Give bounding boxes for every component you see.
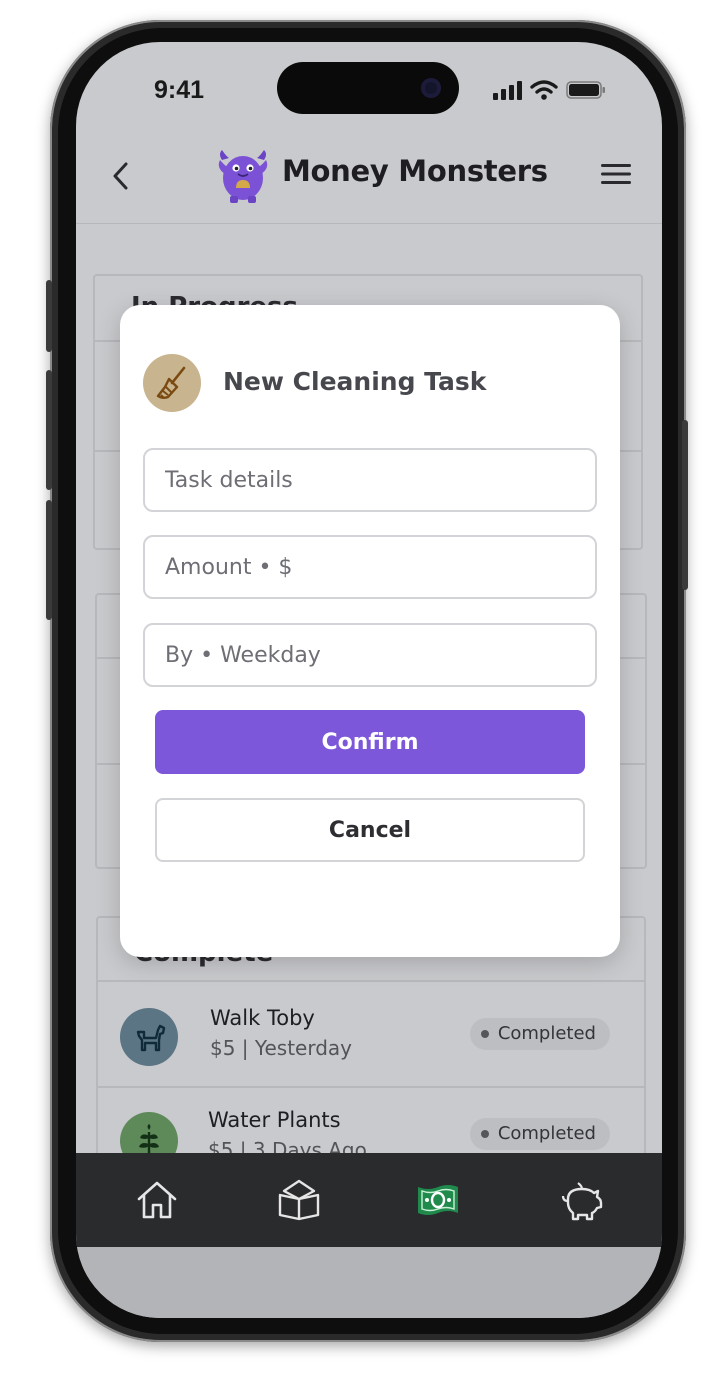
amount-input[interactable] <box>143 535 597 599</box>
hamburger-menu-icon[interactable] <box>600 160 632 188</box>
phone-side-button <box>682 420 688 590</box>
phone-side-button <box>46 500 52 620</box>
status-time: 9:41 <box>154 76 205 104</box>
task-details-input[interactable] <box>143 448 597 512</box>
task-name: Water Plants <box>208 1108 341 1132</box>
dog-icon <box>120 1008 178 1066</box>
due-weekday-input[interactable] <box>143 623 597 687</box>
learn-book-icon[interactable] <box>276 1177 322 1223</box>
home-indicator-area <box>76 1247 662 1318</box>
app-header: Money Monsters <box>76 134 662 224</box>
home-icon[interactable] <box>134 1177 180 1223</box>
app-title: Money Monsters <box>282 154 548 188</box>
app-screen: 9:41 Money Monsters Walk Toby $5 | Yeste… <box>76 42 662 1318</box>
broom-icon <box>143 354 201 412</box>
dynamic-island <box>277 62 459 114</box>
task-meta: $5 | Yesterday <box>210 1036 352 1060</box>
back-icon[interactable] <box>108 158 132 194</box>
signal-icon <box>493 81 522 100</box>
task-name: Walk Toby <box>210 1006 315 1030</box>
task-row[interactable]: Walk Toby $5 | Yesterday Completed <box>98 982 644 1086</box>
confirm-button[interactable]: Confirm <box>155 710 585 774</box>
status-badge: Completed <box>469 1018 610 1050</box>
bottom-nav <box>76 1153 662 1247</box>
money-icon[interactable] <box>416 1177 460 1223</box>
monster-logo-icon <box>218 150 268 203</box>
modal-title: New Cleaning Task <box>223 367 487 396</box>
status-icons <box>492 80 606 100</box>
cancel-button[interactable]: Cancel <box>155 798 585 862</box>
camera-icon <box>421 78 441 98</box>
phone-side-button <box>46 280 52 352</box>
new-task-modal: New Cleaning Task Confirm Cancel <box>120 305 620 957</box>
wifi-icon <box>530 80 558 100</box>
battery-icon <box>566 81 605 99</box>
status-badge: Completed <box>469 1118 610 1150</box>
phone-side-button <box>46 370 52 490</box>
piggy-bank-icon[interactable] <box>560 1177 606 1223</box>
